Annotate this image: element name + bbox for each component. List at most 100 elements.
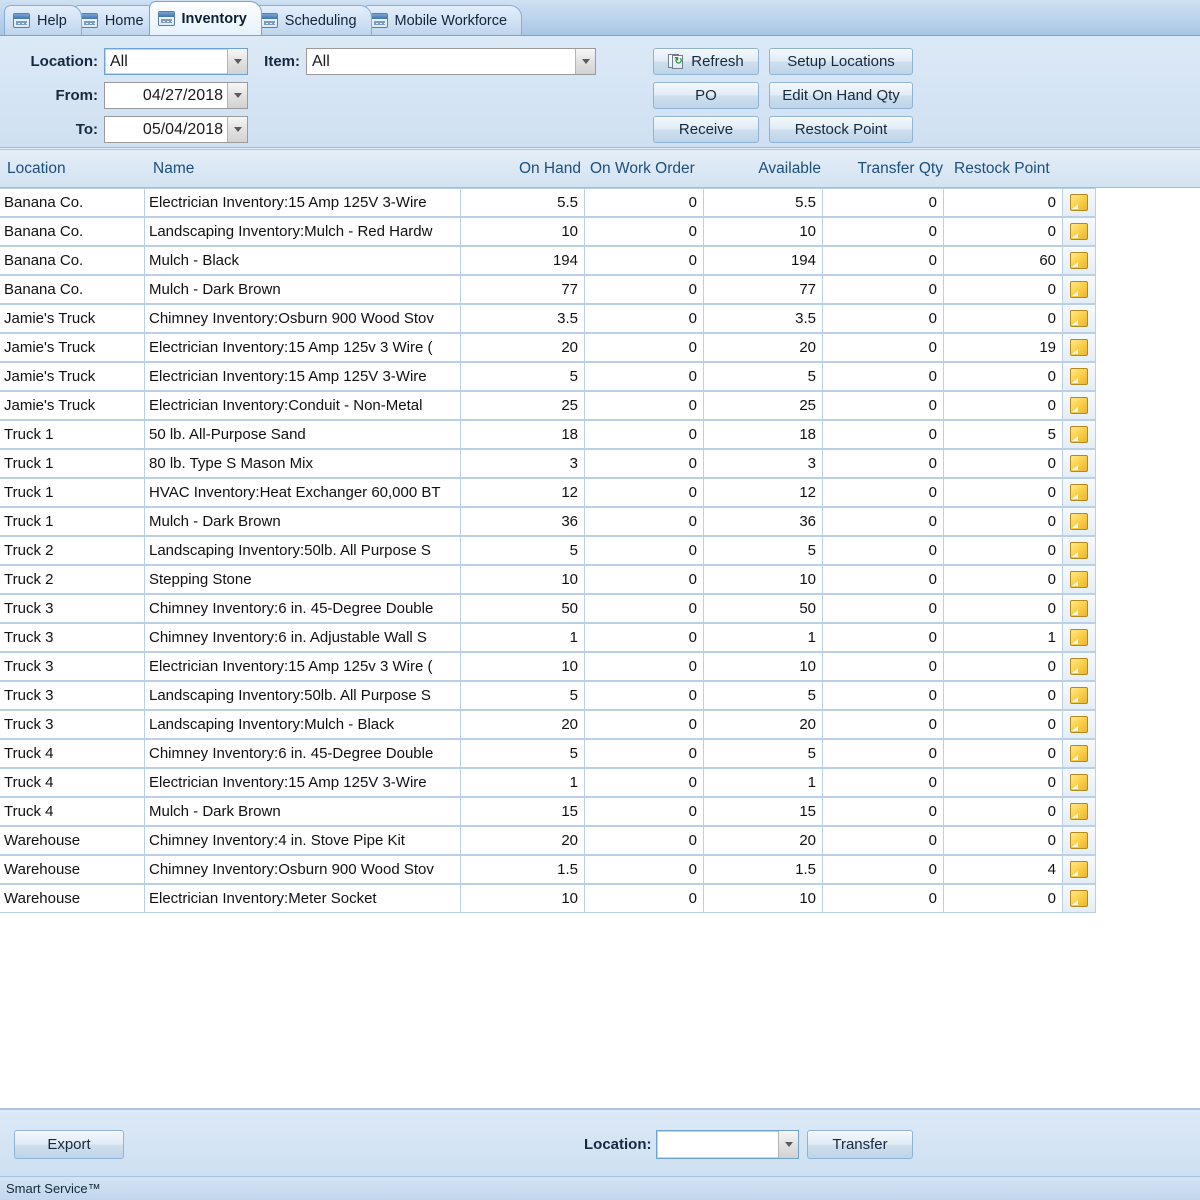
table-row[interactable]: Truck 4 Electrician Inventory:15 Amp 125V… — [0, 768, 1200, 797]
tab-mobile-workforce[interactable]: Mobile Workforce — [361, 5, 523, 35]
cell-location[interactable]: Truck 4 — [0, 739, 145, 768]
cell-name[interactable]: 80 lb. Type S Mason Mix — [144, 449, 461, 478]
cell-restock-point[interactable]: 0 — [943, 391, 1063, 420]
table-row[interactable]: Truck 3 Chimney Inventory:6 in. Adjustabl… — [0, 623, 1200, 652]
cell-available[interactable]: 5 — [703, 681, 823, 710]
cell-transfer-qty[interactable]: 0 — [822, 188, 944, 217]
row-note-button[interactable] — [1062, 275, 1096, 304]
row-note-button[interactable] — [1062, 565, 1096, 594]
cell-available[interactable]: 5 — [703, 536, 823, 565]
cell-on-work-order[interactable]: 0 — [584, 652, 704, 681]
cell-transfer-qty[interactable]: 0 — [822, 768, 944, 797]
cell-transfer-qty[interactable]: 0 — [822, 391, 944, 420]
cell-transfer-qty[interactable]: 0 — [822, 594, 944, 623]
table-row[interactable]: Truck 3 Landscaping Inventory:50lb. All P… — [0, 681, 1200, 710]
cell-restock-point[interactable]: 0 — [943, 217, 1063, 246]
row-note-button[interactable] — [1062, 449, 1096, 478]
cell-available[interactable]: 5 — [703, 362, 823, 391]
table-row[interactable]: Banana Co. Mulch - Black 194 0 194 0 60 — [0, 246, 1200, 275]
cell-location[interactable]: Truck 1 — [0, 420, 145, 449]
cell-on-work-order[interactable]: 0 — [584, 884, 704, 913]
cell-restock-point[interactable]: 0 — [943, 478, 1063, 507]
cell-on-work-order[interactable]: 0 — [584, 797, 704, 826]
cell-location[interactable]: Truck 2 — [0, 536, 145, 565]
cell-name[interactable]: Chimney Inventory:Osburn 900 Wood Stov — [144, 304, 461, 333]
transfer-button[interactable]: Transfer — [807, 1130, 913, 1159]
cell-location[interactable]: Warehouse — [0, 855, 145, 884]
cell-transfer-qty[interactable]: 0 — [822, 536, 944, 565]
cell-restock-point[interactable]: 0 — [943, 768, 1063, 797]
transfer-location-select[interactable] — [656, 1130, 799, 1159]
cell-on-work-order[interactable]: 0 — [584, 739, 704, 768]
cell-available[interactable]: 77 — [703, 275, 823, 304]
row-note-button[interactable] — [1062, 362, 1096, 391]
row-note-button[interactable] — [1062, 391, 1096, 420]
cell-restock-point[interactable]: 4 — [943, 855, 1063, 884]
cell-transfer-qty[interactable]: 0 — [822, 681, 944, 710]
cell-on-hand[interactable]: 1.5 — [460, 855, 585, 884]
chevron-down-icon[interactable] — [778, 1131, 798, 1158]
cell-transfer-qty[interactable]: 0 — [822, 333, 944, 362]
row-note-button[interactable] — [1062, 333, 1096, 362]
row-note-button[interactable] — [1062, 768, 1096, 797]
table-row[interactable]: Warehouse Electrician Inventory:Meter Soc… — [0, 884, 1200, 913]
cell-available[interactable]: 5 — [703, 739, 823, 768]
cell-transfer-qty[interactable]: 0 — [822, 449, 944, 478]
table-row[interactable]: Truck 2 Stepping Stone 10 0 10 0 0 — [0, 565, 1200, 594]
cell-on-hand[interactable]: 10 — [460, 217, 585, 246]
cell-location[interactable]: Banana Co. — [0, 275, 145, 304]
cell-restock-point[interactable]: 60 — [943, 246, 1063, 275]
cell-location[interactable]: Truck 1 — [0, 478, 145, 507]
cell-location[interactable]: Jamie's Truck — [0, 333, 145, 362]
cell-restock-point[interactable]: 0 — [943, 565, 1063, 594]
chevron-down-icon[interactable] — [227, 83, 247, 108]
cell-on-hand[interactable]: 5 — [460, 739, 585, 768]
cell-available[interactable]: 3 — [703, 449, 823, 478]
cell-on-hand[interactable]: 10 — [460, 565, 585, 594]
cell-on-work-order[interactable]: 0 — [584, 681, 704, 710]
cell-on-work-order[interactable]: 0 — [584, 391, 704, 420]
cell-restock-point[interactable]: 0 — [943, 710, 1063, 739]
cell-on-work-order[interactable]: 0 — [584, 594, 704, 623]
cell-restock-point[interactable]: 0 — [943, 681, 1063, 710]
cell-on-hand[interactable]: 5 — [460, 681, 585, 710]
cell-transfer-qty[interactable]: 0 — [822, 246, 944, 275]
cell-location[interactable]: Truck 4 — [0, 768, 145, 797]
cell-name[interactable]: 50 lb. All-Purpose Sand — [144, 420, 461, 449]
table-row[interactable]: Jamie's Truck Electrician Inventory:Condu… — [0, 391, 1200, 420]
cell-available[interactable]: 10 — [703, 217, 823, 246]
cell-available[interactable]: 10 — [703, 565, 823, 594]
cell-on-hand[interactable]: 3.5 — [460, 304, 585, 333]
cell-location[interactable]: Banana Co. — [0, 188, 145, 217]
column-header-available[interactable]: Available — [708, 160, 828, 178]
cell-restock-point[interactable]: 0 — [943, 739, 1063, 768]
tab-inventory[interactable]: Inventory — [148, 1, 262, 35]
cell-on-work-order[interactable]: 0 — [584, 275, 704, 304]
cell-on-hand[interactable]: 1 — [460, 768, 585, 797]
cell-available[interactable]: 10 — [703, 652, 823, 681]
table-row[interactable]: Truck 4 Mulch - Dark Brown 15 0 15 0 0 — [0, 797, 1200, 826]
cell-restock-point[interactable]: 0 — [943, 536, 1063, 565]
row-note-button[interactable] — [1062, 246, 1096, 275]
cell-on-hand[interactable]: 3 — [460, 449, 585, 478]
cell-name[interactable]: Electrician Inventory:15 Amp 125V 3-Wire — [144, 768, 461, 797]
cell-on-hand[interactable]: 20 — [460, 333, 585, 362]
cell-transfer-qty[interactable]: 0 — [822, 420, 944, 449]
cell-available[interactable]: 10 — [703, 884, 823, 913]
table-row[interactable]: Jamie's Truck Chimney Inventory:Osburn 90… — [0, 304, 1200, 333]
table-row[interactable]: Truck 3 Landscaping Inventory:Mulch - Bla… — [0, 710, 1200, 739]
cell-transfer-qty[interactable]: 0 — [822, 855, 944, 884]
inventory-grid[interactable]: Location Name On Hand On Work Order Avai… — [0, 149, 1200, 1109]
tab-help[interactable]: Help — [4, 5, 82, 35]
cell-location[interactable]: Truck 3 — [0, 594, 145, 623]
row-note-button[interactable] — [1062, 884, 1096, 913]
tab-home[interactable]: Home — [71, 5, 159, 35]
row-note-button[interactable] — [1062, 536, 1096, 565]
cell-on-work-order[interactable]: 0 — [584, 478, 704, 507]
row-note-button[interactable] — [1062, 217, 1096, 246]
row-note-button[interactable] — [1062, 507, 1096, 536]
cell-location[interactable]: Truck 3 — [0, 681, 145, 710]
cell-available[interactable]: 20 — [703, 710, 823, 739]
cell-transfer-qty[interactable]: 0 — [822, 710, 944, 739]
cell-restock-point[interactable]: 0 — [943, 797, 1063, 826]
